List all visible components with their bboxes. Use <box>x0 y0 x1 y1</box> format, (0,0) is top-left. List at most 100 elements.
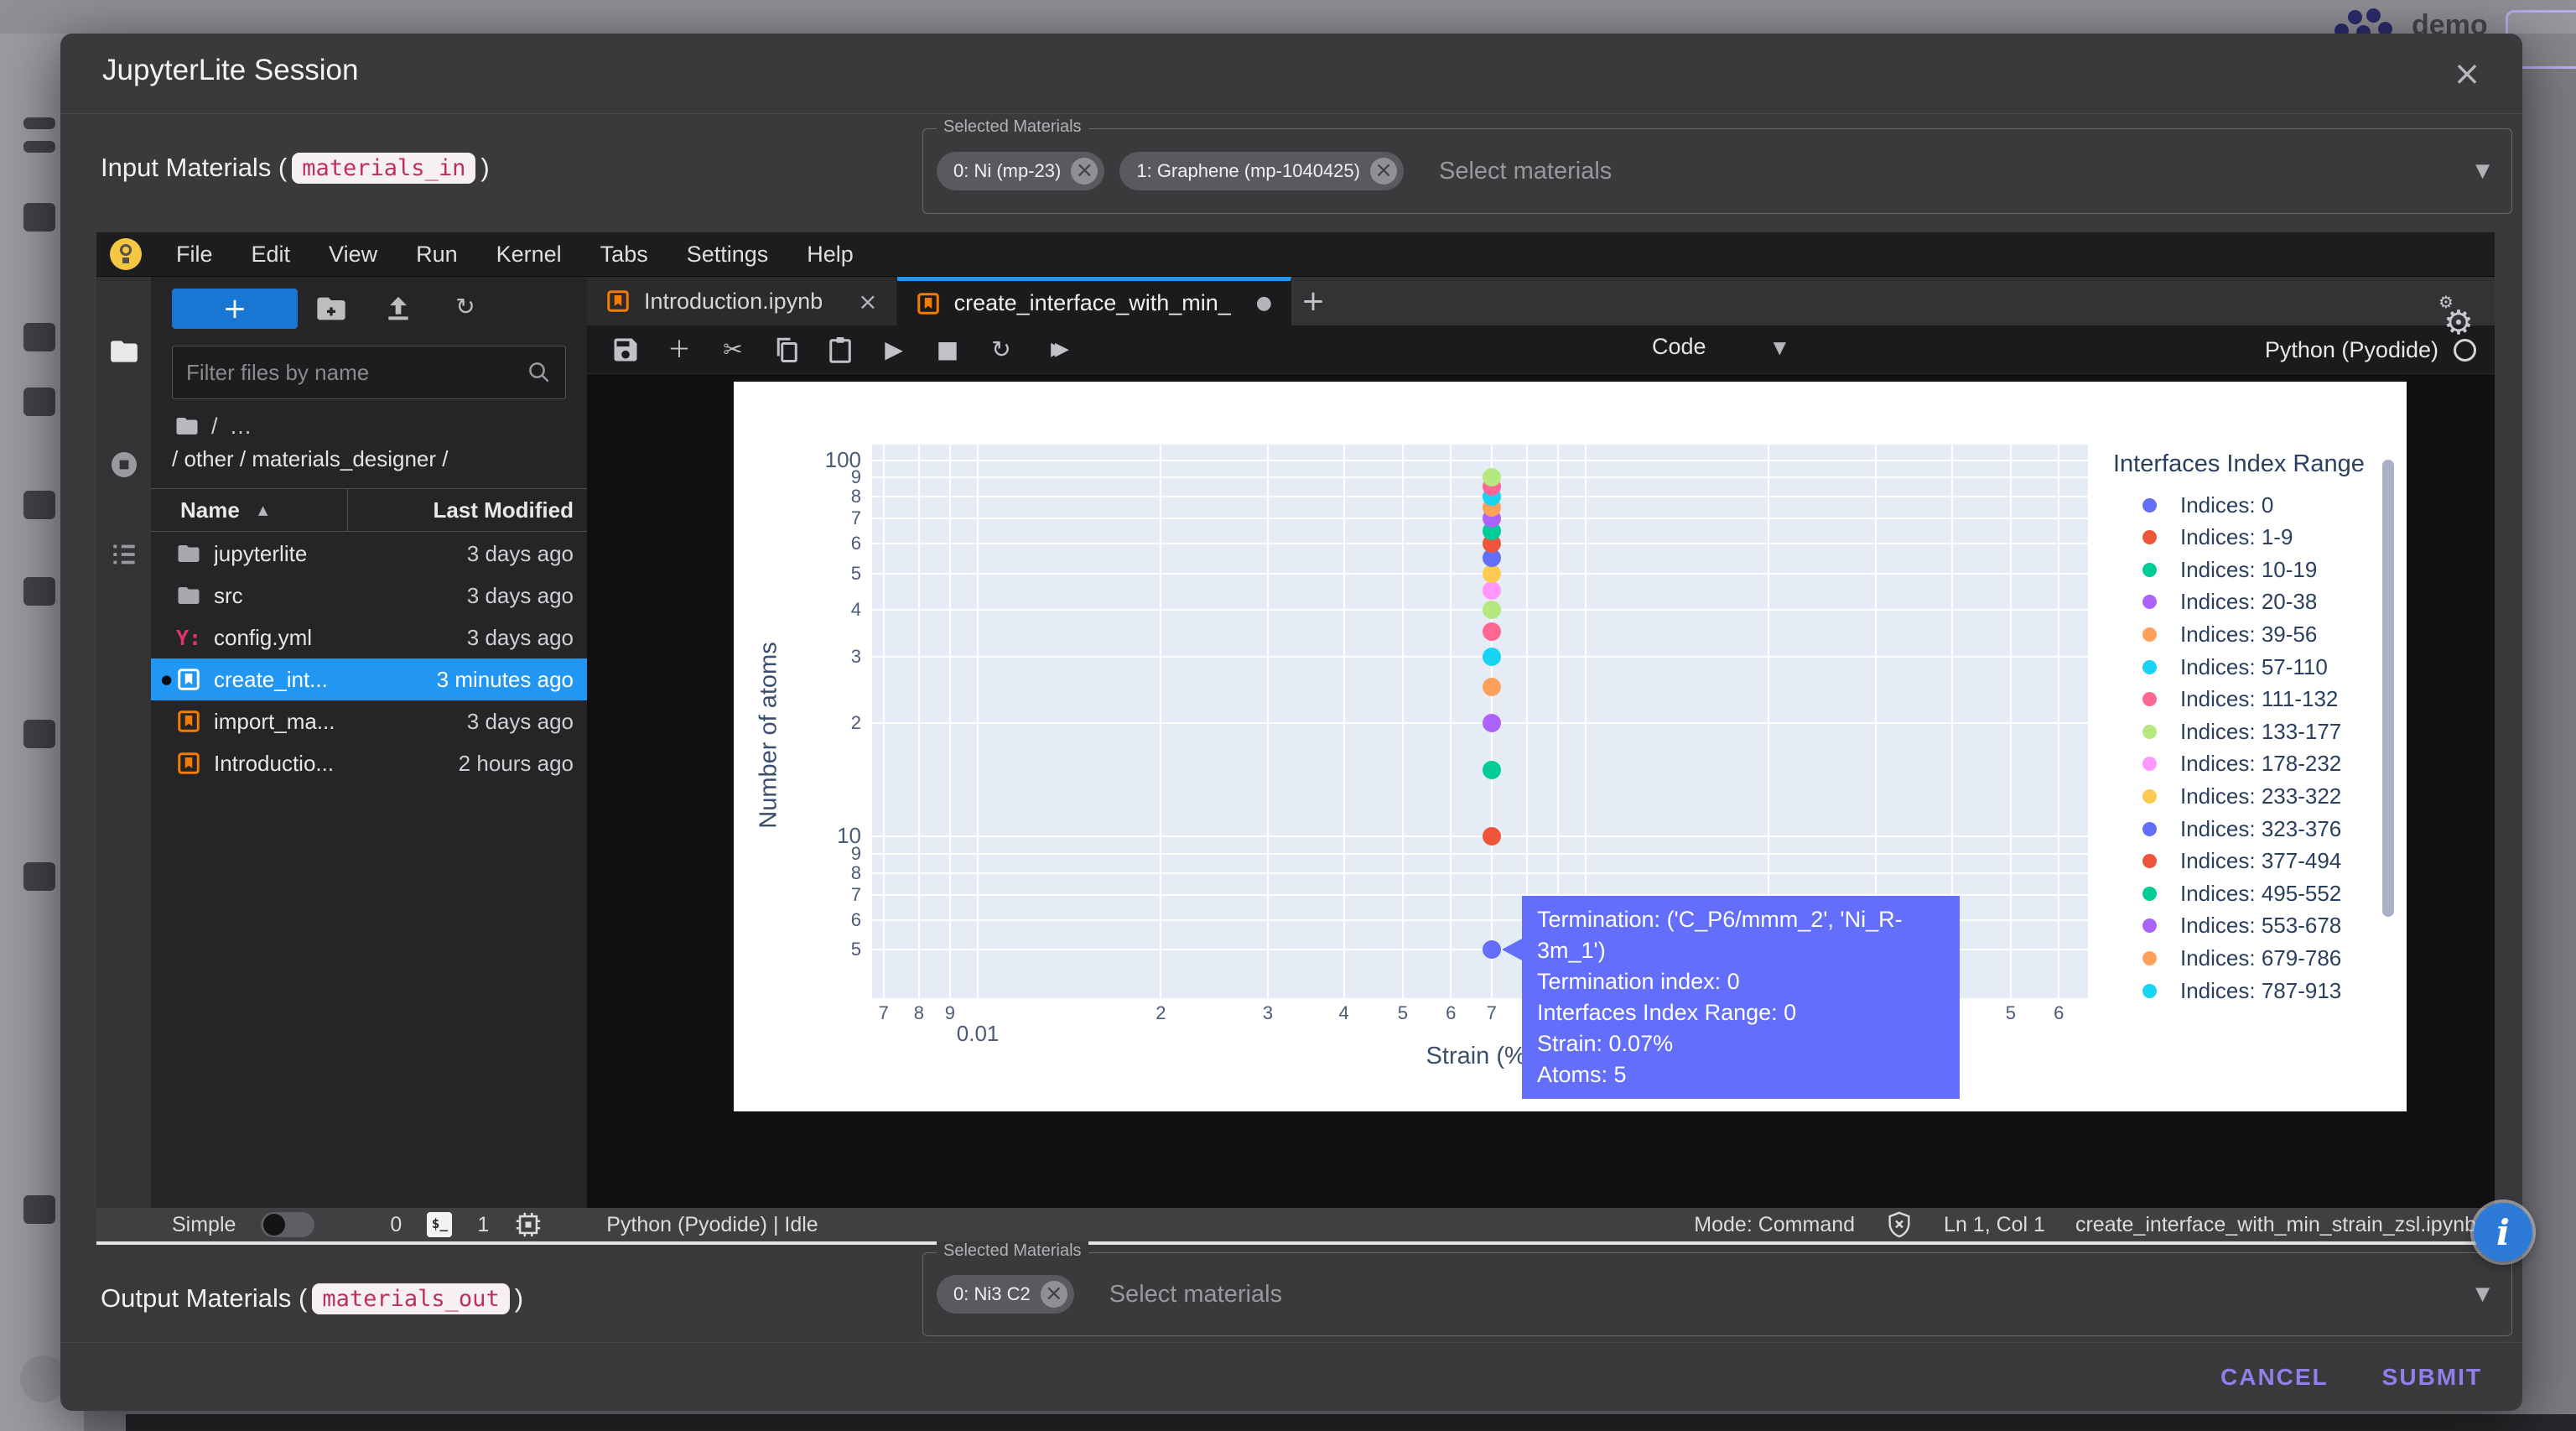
tab-create-interface-with-min-[interactable]: create_interface_with_min_● <box>897 277 1291 325</box>
file-row-src[interactable]: src3 days ago <box>151 575 587 617</box>
cancel-button[interactable]: CANCEL <box>2220 1364 2329 1391</box>
refresh-icon[interactable]: ↻ <box>449 292 482 325</box>
legend-entry[interactable]: Indices: 10-19 <box>2126 554 2317 585</box>
run-icon[interactable]: ▶ <box>879 335 909 365</box>
chip-delete-icon[interactable]: × <box>1041 1281 1067 1308</box>
legend-entry[interactable]: Indices: 133-177 <box>2126 716 2341 747</box>
running-sessions-icon[interactable] <box>108 449 140 481</box>
new-folder-icon[interactable] <box>314 292 348 325</box>
x-tick-label: 9 <box>945 1002 955 1024</box>
menu-item-view[interactable]: View <box>309 242 397 268</box>
save-icon[interactable] <box>610 335 641 365</box>
home-folder-icon[interactable] <box>174 414 200 439</box>
menu-item-file[interactable]: File <box>157 242 232 268</box>
scatter-point[interactable] <box>1483 601 1501 619</box>
scatter-point[interactable] <box>1483 622 1501 641</box>
trust-shield-icon[interactable] <box>1885 1210 1914 1239</box>
legend-entry[interactable]: Indices: 178-232 <box>2126 748 2341 780</box>
file-row-config-yml[interactable]: Y:config.yml3 days ago <box>151 617 587 658</box>
breadcrumb[interactable]: / … <box>174 411 252 441</box>
table-of-contents-icon[interactable] <box>108 539 140 570</box>
legend-entry[interactable]: Indices: 553-678 <box>2126 910 2341 942</box>
menu-item-help[interactable]: Help <box>787 242 873 268</box>
file-row-create-int-[interactable]: ●create_int...3 minutes ago <box>151 658 587 700</box>
legend-entry[interactable]: Indices: 20-38 <box>2126 586 2317 618</box>
y-tick-label: 8 <box>735 486 861 507</box>
scatter-point[interactable] <box>1483 714 1501 732</box>
select-materials-input[interactable] <box>1439 158 1791 185</box>
output-materials-field[interactable]: Selected Materials 0: Ni3 C2× ▼ <box>922 1252 2512 1336</box>
column-name[interactable]: Name ▲ <box>151 489 348 531</box>
scatter-point[interactable] <box>1483 648 1501 666</box>
chip-delete-icon[interactable]: × <box>1370 158 1397 185</box>
cpu-icon[interactable] <box>514 1210 543 1239</box>
scatter-point[interactable] <box>1483 827 1501 846</box>
dropdown-caret-icon[interactable]: ▼ <box>2475 1284 2490 1305</box>
legend-entry[interactable]: Indices: 0 <box>2126 489 2273 521</box>
legend-entry[interactable]: Indices: 323-376 <box>2126 813 2341 845</box>
legend-entry[interactable]: Indices: 787-913 <box>2126 975 2341 1007</box>
cut-icon[interactable]: ✂ <box>718 335 748 365</box>
material-chip[interactable]: 0: Ni (mp-23)× <box>937 152 1104 190</box>
menu-item-edit[interactable]: Edit <box>232 242 310 268</box>
filter-files-input[interactable] <box>186 360 527 386</box>
legend-entry[interactable]: Indices: 679-786 <box>2126 942 2341 974</box>
gear-icon[interactable]: ⚙⚙ <box>2444 304 2490 351</box>
cursor-position[interactable]: Ln 1, Col 1 <box>1944 1213 2045 1237</box>
breadcrumb-ellipsis[interactable]: … <box>230 414 252 440</box>
menu-item-settings[interactable]: Settings <box>667 242 788 268</box>
input-materials-field[interactable]: Selected Materials 0: Ni (mp-23)×1: Grap… <box>922 128 2512 214</box>
legend-entry[interactable]: Indices: 39-56 <box>2126 618 2317 650</box>
file-row-introductio-[interactable]: Introductio...2 hours ago <box>151 742 587 784</box>
new-launcher-button[interactable]: + <box>172 289 298 329</box>
chip-delete-icon[interactable]: × <box>1071 158 1098 185</box>
fast-forward-icon[interactable]: ▶▶ <box>1040 335 1070 365</box>
menu-item-run[interactable]: Run <box>397 242 477 268</box>
tab-close-icon[interactable]: × <box>858 288 877 315</box>
column-last-modified[interactable]: Last Modified <box>348 497 587 523</box>
menu-item-kernel[interactable]: Kernel <box>477 242 581 268</box>
material-chip[interactable]: 0: Ni3 C2× <box>937 1275 1074 1314</box>
plotly-figure: Number of atoms Strain (%) Interfaces In… <box>734 382 2407 1111</box>
scatter-point[interactable] <box>1483 678 1501 696</box>
menu-item-tabs[interactable]: Tabs <box>581 242 667 268</box>
file-row-jupyterlite[interactable]: jupyterlite3 days ago <box>151 533 587 575</box>
info-button[interactable]: i <box>2474 1203 2532 1262</box>
close-icon[interactable]: × <box>2449 55 2485 92</box>
mode-indicator[interactable]: Mode: Command <box>1694 1213 1855 1237</box>
file-browser-icon[interactable] <box>108 336 140 367</box>
scatter-point[interactable] <box>1483 761 1501 779</box>
upload-icon[interactable] <box>382 292 415 325</box>
submit-button[interactable]: SUBMIT <box>2382 1364 2482 1391</box>
scatter-point-hovered[interactable] <box>1483 940 1501 959</box>
legend-entry[interactable]: Indices: 233-322 <box>2126 780 2341 812</box>
legend-scrollbar[interactable] <box>2382 460 2394 917</box>
restart-icon[interactable]: ↻ <box>986 335 1016 365</box>
breadcrumb-root[interactable]: / <box>211 414 218 440</box>
legend-entry[interactable]: Indices: 1-9 <box>2126 522 2293 554</box>
legend-entry[interactable]: Indices: 111-132 <box>2126 684 2338 716</box>
cell-type-select[interactable]: Code ▼ <box>1652 334 1786 360</box>
paste-icon[interactable] <box>825 335 855 365</box>
legend-entry[interactable]: Indices: 495-552 <box>2126 877 2341 909</box>
select-materials-input[interactable] <box>1109 1281 1462 1309</box>
legend-entry[interactable]: Indices: 57-110 <box>2126 651 2328 683</box>
material-chip[interactable]: 1: Graphene (mp-1040425)× <box>1119 152 1404 190</box>
scatter-point[interactable] <box>1483 468 1501 487</box>
unsaved-dot-icon[interactable]: ● <box>1256 293 1272 314</box>
copy-icon[interactable] <box>771 335 802 365</box>
terminal-icon[interactable]: $_ <box>427 1212 452 1237</box>
tab-introduction-ipynb[interactable]: Introduction.ipynb× <box>587 277 897 325</box>
file-row-import-ma-[interactable]: import_ma...3 days ago <box>151 700 587 742</box>
add-icon[interactable]: ＋ <box>664 335 694 365</box>
breadcrumb-path[interactable]: / other / materials_designer / <box>172 446 449 472</box>
scatter-point[interactable] <box>1483 581 1501 600</box>
background-sidebar-icon <box>23 117 55 129</box>
stop-icon[interactable]: ■ <box>932 335 963 365</box>
dropdown-caret-icon[interactable]: ▼ <box>2475 161 2490 182</box>
kernel-status-text[interactable]: Python (Pyodide) | Idle <box>606 1213 818 1237</box>
new-tab-button[interactable]: + <box>1291 277 1335 325</box>
legend-entry[interactable]: Indices: 377-494 <box>2126 846 2341 877</box>
legend-label: Indices: 553-678 <box>2180 913 2341 939</box>
simple-mode-toggle[interactable] <box>261 1212 314 1237</box>
